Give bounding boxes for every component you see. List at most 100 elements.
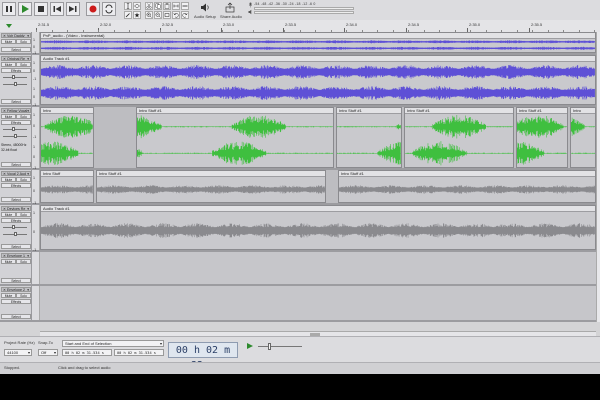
playhead-marker[interactable] [6, 24, 12, 28]
select-button[interactable]: Select [1, 244, 31, 249]
track[interactable]: ✕ Original Re ▾ Mute Solo Effects Select 1 0 -1 1 0… [0, 55, 596, 107]
gain-slider[interactable] [3, 227, 27, 228]
audio-clip[interactable]: Intro Stuff #1 [338, 170, 596, 203]
audio-setup-button[interactable] [198, 2, 212, 13]
undo-button[interactable] [172, 11, 180, 19]
multi-tool[interactable] [133, 11, 141, 19]
track-control-panel[interactable]: ✕ Original Re ▾ Mute Solo Effects Select [0, 55, 32, 105]
solo-button[interactable]: Solo [16, 114, 31, 119]
chevron-down-icon[interactable]: ▾ [27, 109, 29, 112]
envelope-tool[interactable] [133, 2, 141, 10]
audio-clip[interactable]: Intro Stuff #1 [136, 107, 334, 168]
mute-button[interactable]: Mute [1, 114, 16, 119]
skip-start-button[interactable] [50, 2, 64, 16]
gain-slider[interactable] [3, 77, 27, 78]
gain-knob[interactable] [12, 75, 15, 79]
track[interactable]: ✕ Envelope 1 ▾ Mute Solo Select [0, 252, 596, 286]
draw-tool[interactable] [124, 11, 132, 19]
track-header[interactable]: ✕ Envelope 1 ▾ [1, 253, 31, 258]
waveform[interactable] [571, 114, 595, 167]
solo-button[interactable]: Solo [16, 39, 31, 44]
track-control-panel[interactable]: ✕ Fellow Vocal ▾ Mute Solo Effects Stereo, 480… [0, 107, 32, 168]
close-icon[interactable]: ✕ [3, 34, 6, 37]
audio-clip[interactable]: Intro [40, 107, 94, 168]
selection-tool[interactable] [124, 2, 132, 10]
zoom-out-button[interactable] [154, 11, 162, 19]
playback-speed-slider[interactable] [258, 346, 302, 347]
audio-clip[interactable]: Intro Stuff #1 [96, 170, 326, 203]
pan-knob[interactable] [14, 232, 17, 236]
share-audio-button[interactable] [224, 2, 236, 13]
select-button[interactable]: Select [1, 197, 31, 202]
track-header[interactable]: ✕ Vocal 2 Aud ▾ [1, 171, 31, 176]
track-control-panel[interactable]: ✕ Envelope 2 ▾ Mute Solo Effects Select [0, 286, 32, 320]
stop-button[interactable] [34, 2, 48, 16]
gain-knob[interactable] [12, 127, 15, 131]
track-control-panel[interactable]: ✕ Voh Daddy ▾ Mute Solo Select [0, 32, 32, 53]
audio-clip[interactable]: Audio Track #1 [40, 205, 596, 250]
snap-to-select[interactable]: Off ▾ [38, 349, 58, 356]
close-icon[interactable]: ✕ [3, 207, 6, 210]
project-rate-select[interactable]: 44100 ▾ [4, 349, 32, 356]
track-lane[interactable] [40, 286, 596, 320]
gain-knob[interactable] [12, 225, 15, 229]
track-control-panel[interactable]: ✕ Envelope 1 ▾ Mute Solo Select [0, 252, 32, 284]
solo-button[interactable]: Solo [16, 259, 31, 264]
paste-button[interactable] [163, 2, 171, 10]
track-control-panel[interactable]: ✕ Devices Re ▾ Mute Solo Effects Select [0, 205, 32, 250]
audio-clip[interactable]: Intro Stuff #1 [336, 107, 402, 168]
solo-button[interactable]: Solo [16, 212, 31, 217]
waveform[interactable] [405, 114, 513, 167]
close-icon[interactable]: ✕ [3, 288, 6, 291]
effects-button[interactable]: Effects [1, 299, 31, 304]
vertical-scrollbar[interactable] [596, 32, 600, 322]
audio-clip[interactable]: Audio Track #1 [40, 55, 596, 105]
time-display[interactable]: 00 h 02 m 32 s [168, 342, 238, 371]
effects-button[interactable]: Effects [1, 68, 31, 73]
select-button[interactable]: Select [1, 314, 31, 319]
mute-button[interactable]: Mute [1, 39, 16, 44]
waveform[interactable] [97, 177, 325, 202]
gain-slider[interactable] [3, 129, 27, 130]
chevron-down-icon[interactable]: ▾ [27, 57, 29, 60]
track-header[interactable]: ✕ Fellow Vocal ▾ [1, 108, 31, 113]
skip-end-button[interactable] [66, 2, 80, 16]
fit-selection-button[interactable] [163, 11, 171, 19]
audio-clip[interactable]: Intro Stuff #1 [516, 107, 568, 168]
chevron-down-icon[interactable]: ▾ [27, 254, 29, 257]
mute-button[interactable]: Mute [1, 293, 16, 298]
waveform[interactable] [41, 39, 595, 52]
waveform[interactable] [137, 114, 333, 167]
track-lane[interactable]: PnP_audio - (Video - Instrumental) [40, 32, 596, 53]
mute-button[interactable]: Mute [1, 259, 16, 264]
select-button[interactable]: Select [1, 162, 31, 167]
cut-button[interactable] [145, 2, 153, 10]
track-lane[interactable] [40, 252, 596, 284]
play-button[interactable] [18, 2, 32, 16]
trim-button[interactable] [172, 2, 180, 10]
selection-start-field[interactable]: 00 h 02 m 31.534 s [62, 349, 112, 356]
track-lane[interactable]: Intro Intro Stuff #1 Intro Stuff #1 Intro S… [40, 107, 596, 168]
chevron-down-icon[interactable]: ▾ [27, 34, 29, 37]
waveform[interactable] [41, 114, 93, 167]
track-lane[interactable]: Audio Track #1 [40, 55, 596, 105]
track[interactable]: ✕ Devices Re ▾ Mute Solo Effects Select 1 0 -1 Aud… [0, 205, 596, 252]
close-icon[interactable]: ✕ [3, 109, 6, 112]
audio-clip[interactable]: PnP_audio - (Video - Instrumental) [40, 32, 596, 53]
audio-clip[interactable]: Intro [570, 107, 596, 168]
loop-button[interactable] [102, 2, 116, 16]
level-meter[interactable]: -54 -48 -42 -36 -30 -24 -18 -12 -6 0 [248, 2, 356, 15]
copy-button[interactable] [154, 2, 162, 10]
close-icon[interactable]: ✕ [3, 254, 6, 257]
mute-button[interactable]: Mute [1, 212, 16, 217]
track[interactable]: ✕ Vocal 2 Aud ▾ Mute Solo Effects Select 1 0 -1 In… [0, 170, 596, 205]
waveform[interactable] [339, 177, 595, 202]
audio-clip[interactable]: Intro Stuff [40, 170, 94, 203]
pan-knob[interactable] [14, 134, 17, 138]
track-control-panel[interactable]: ✕ Vocal 2 Aud ▾ Mute Solo Effects Select [0, 170, 32, 203]
audio-clip[interactable]: Intro Stuff #1 [404, 107, 514, 168]
selection-end-field[interactable]: 00 h 02 m 31.534 s [114, 349, 164, 356]
waveform[interactable] [41, 212, 595, 249]
track-header[interactable]: ✕ Voh Daddy ▾ [1, 33, 31, 38]
track-header[interactable]: ✕ Original Re ▾ [1, 56, 31, 61]
